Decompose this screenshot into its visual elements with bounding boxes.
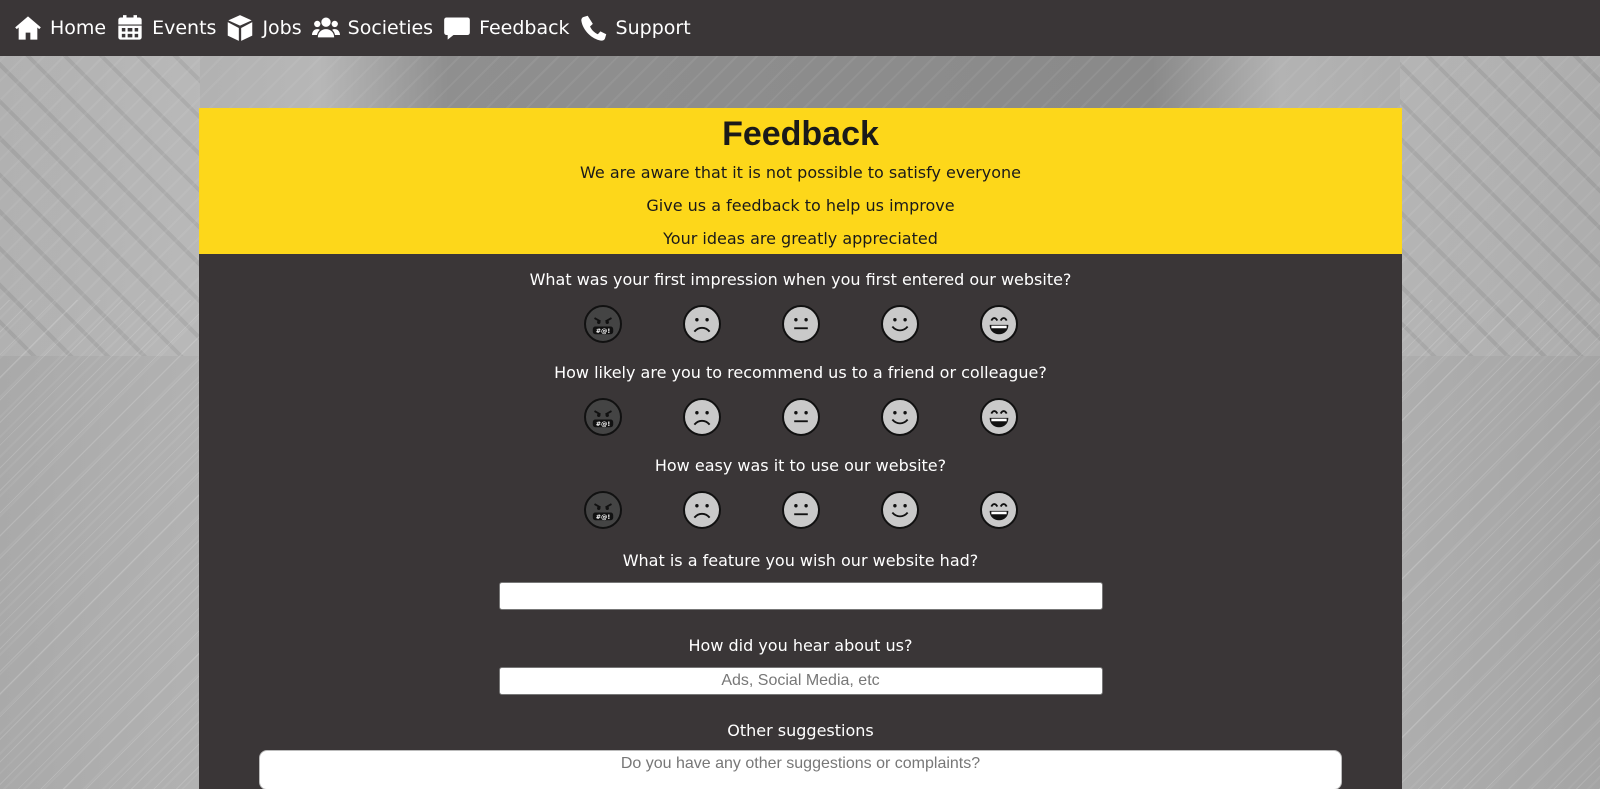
header-line-3: Your ideas are greatly appreciated bbox=[663, 229, 938, 248]
question-ease-of-use: How easy was it to use our website? #@! bbox=[199, 456, 1402, 529]
nav-jobs-label: Jobs bbox=[262, 17, 302, 39]
grin-face-icon[interactable] bbox=[979, 305, 1018, 343]
smile-face-icon[interactable] bbox=[880, 491, 919, 529]
feedback-header: Feedback We are aware that it is not pos… bbox=[199, 108, 1402, 254]
svg-text:#@!: #@! bbox=[595, 513, 610, 521]
nav-events[interactable]: Events bbox=[116, 14, 216, 42]
header-line-1: We are aware that it is not possible to … bbox=[580, 163, 1021, 182]
comment-icon bbox=[444, 17, 470, 40]
calendar-icon bbox=[118, 15, 142, 40]
nav-support[interactable]: Support bbox=[580, 14, 691, 42]
sad-face-icon[interactable] bbox=[682, 398, 721, 436]
smile-face-icon[interactable] bbox=[880, 305, 919, 343]
neutral-face-icon[interactable] bbox=[781, 305, 820, 343]
grin-face-icon[interactable] bbox=[979, 491, 1018, 529]
smile-face-icon[interactable] bbox=[880, 398, 919, 436]
question-other-suggestions: Other suggestions bbox=[199, 721, 1402, 789]
users-icon bbox=[311, 17, 340, 38]
nav-home[interactable]: Home bbox=[14, 14, 106, 42]
nav-events-label: Events bbox=[152, 17, 217, 39]
rating-group: #@! bbox=[199, 398, 1402, 436]
angry-face-icon[interactable]: #@! bbox=[583, 491, 622, 529]
question-label: Other suggestions bbox=[727, 721, 874, 740]
question-label: How easy was it to use our website? bbox=[654, 456, 947, 475]
grin-face-icon[interactable] bbox=[979, 398, 1018, 436]
hear-about-input[interactable] bbox=[498, 667, 1103, 695]
question-hear-about: How did you hear about us? bbox=[199, 636, 1402, 695]
rating-group: #@! bbox=[199, 305, 1402, 343]
rating-group: #@! bbox=[199, 491, 1402, 529]
angry-face-icon[interactable]: #@! bbox=[583, 305, 622, 343]
sad-face-icon[interactable] bbox=[682, 491, 721, 529]
page-title: Feedback bbox=[722, 115, 879, 153]
neutral-face-icon[interactable] bbox=[781, 491, 820, 529]
angry-face-icon[interactable]: #@! bbox=[583, 398, 622, 436]
svg-text:#@!: #@! bbox=[595, 420, 610, 428]
feedback-form: Feedback We are aware that it is not pos… bbox=[199, 108, 1402, 789]
question-wish-feature: What is a feature you wish our website h… bbox=[199, 551, 1402, 610]
nav-jobs[interactable]: Jobs bbox=[226, 14, 302, 42]
home-icon bbox=[15, 16, 41, 40]
suggestions-textarea[interactable] bbox=[259, 750, 1342, 789]
svg-text:#@!: #@! bbox=[595, 327, 610, 335]
neutral-face-icon[interactable] bbox=[781, 398, 820, 436]
nav-societies-label: Societies bbox=[347, 17, 434, 39]
nav-feedback-label: Feedback bbox=[479, 17, 570, 39]
box-icon bbox=[228, 15, 253, 41]
nav-societies[interactable]: Societies bbox=[311, 14, 434, 42]
question-label: What was your first impression when you … bbox=[529, 270, 1072, 289]
nav-home-label: Home bbox=[50, 17, 107, 39]
top-navbar: Home Events Jobs Societies Feedback Supp… bbox=[0, 0, 1600, 56]
question-label: How likely are you to recommend us to a … bbox=[554, 363, 1047, 382]
header-line-2: Give us a feedback to help us improve bbox=[646, 196, 955, 215]
phone-icon bbox=[580, 15, 606, 41]
sad-face-icon[interactable] bbox=[682, 305, 721, 343]
question-label: What is a feature you wish our website h… bbox=[622, 551, 979, 570]
question-recommend: How likely are you to recommend us to a … bbox=[199, 363, 1402, 436]
feature-input[interactable] bbox=[498, 582, 1103, 610]
nav-feedback[interactable]: Feedback bbox=[443, 14, 570, 42]
nav-support-label: Support bbox=[615, 17, 691, 39]
question-first-impression: What was your first impression when you … bbox=[199, 270, 1402, 343]
question-label: How did you hear about us? bbox=[688, 636, 913, 655]
